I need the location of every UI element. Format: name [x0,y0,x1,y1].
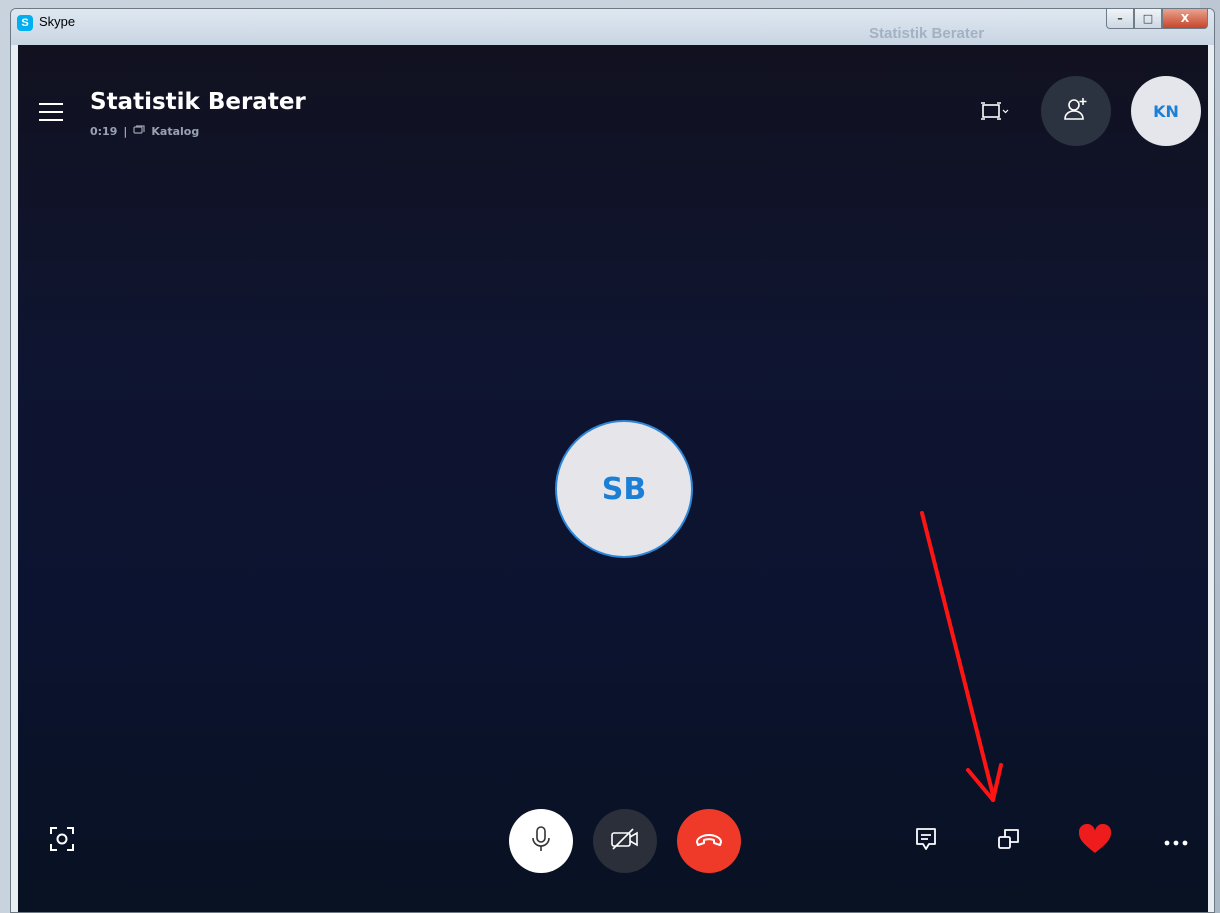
separator: | [123,125,128,138]
window-title: Skype [39,14,76,29]
title-bar[interactable]: S Skype Statistik Berater – □ X [11,9,1214,45]
skype-logo-icon: S [17,15,33,31]
camera-off-icon [610,827,640,855]
background-window-title: Statistik Berater [869,25,985,42]
call-subtitle: 0:19 | Katalog [90,125,199,138]
add-person-icon [1063,96,1089,126]
more-options-button[interactable] [1154,819,1198,863]
call-view: Statistik Berater 0:19 | Katalog KN SB [18,45,1208,912]
switch-window-icon [996,826,1022,856]
chat-button[interactable] [904,819,948,863]
chat-icon [914,826,938,856]
close-button[interactable]: X [1162,9,1208,29]
window-controls: – □ X [1106,9,1208,29]
call-duration: 0:19 [90,125,118,138]
heart-icon [1077,823,1113,859]
more-options-icon [1164,832,1188,851]
end-call-button[interactable] [677,809,741,873]
skype-window: S Skype Statistik Berater – □ X Statisti… [10,8,1215,913]
self-avatar[interactable]: KN [1131,76,1201,146]
mute-button[interactable] [509,809,573,873]
snapshot-button[interactable] [40,819,84,863]
minimize-button[interactable]: – [1106,9,1134,29]
video-toggle-button[interactable] [593,809,657,873]
hang-up-icon [695,831,723,851]
microphone-icon [530,825,552,857]
participant-avatar: SB [555,420,693,558]
hamburger-icon[interactable] [39,103,63,127]
maximize-button[interactable]: □ [1134,9,1162,29]
group-icon [133,125,146,138]
add-participant-button[interactable] [1041,76,1111,146]
react-button[interactable] [1071,819,1119,863]
view-layout-button[interactable] [981,99,1021,127]
call-title: Statistik Berater [90,89,306,115]
group-name: Katalog [151,125,200,138]
snapshot-icon [49,826,75,856]
switch-window-button[interactable] [987,819,1031,863]
view-layout-icon [981,101,1009,125]
